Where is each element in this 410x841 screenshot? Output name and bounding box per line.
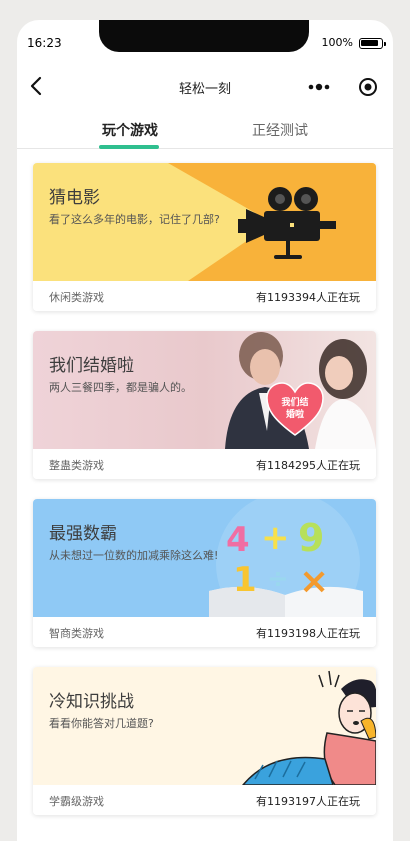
card-category: 智商类游戏 xyxy=(49,627,104,640)
close-button[interactable] xyxy=(357,76,379,98)
heart-badge-text: 我们结婚啦 xyxy=(281,398,309,420)
card-category: 整蛊类游戏 xyxy=(49,459,104,472)
game-card-guess-movie[interactable]: 猜电影 看了这么多年的电影，记住了几部? 休闲类游戏 有1193394人正在玩 xyxy=(33,163,376,311)
navigation-bar: 轻松一刻 xyxy=(17,66,393,106)
card-player-count: 有1193198人正在玩 xyxy=(256,627,360,640)
card-title: 我们结婚啦 xyxy=(49,356,134,376)
phone-screen: 16:23 100% 轻松一刻 玩个游戏 正经测试 猜电影 看了这么多年的电影，… xyxy=(17,20,393,841)
card-title: 猜电影 xyxy=(49,188,100,208)
game-card-we-are-married[interactable]: 我们结婚啦 我们结婚啦 两人三餐四季，都是骗人的。 整蛊类游戏 有1184295… xyxy=(33,331,376,479)
card-title: 最强数霸 xyxy=(49,524,117,544)
card-footer: 整蛊类游戏 有1184295人正在玩 xyxy=(33,449,376,479)
device-notch xyxy=(99,20,309,52)
svg-text:1: 1 xyxy=(233,560,257,600)
card-player-count: 有1193394人正在玩 xyxy=(256,291,360,304)
more-button[interactable] xyxy=(301,76,337,98)
tab-serious-test[interactable]: 正经测试 xyxy=(252,120,308,140)
game-card-math-master[interactable]: 4 + 9 1 ÷ × 最强数霸 从未想过一位数的加减乘除这么难! 智商类游戏 … xyxy=(33,499,376,647)
card-description: 从未想过一位数的加减乘除这么难! xyxy=(49,549,219,562)
card-footer: 智商类游戏 有1193198人正在玩 xyxy=(33,617,376,647)
svg-text:9: 9 xyxy=(298,516,324,560)
svg-text:+: + xyxy=(261,518,290,558)
battery-icon xyxy=(359,38,386,49)
card-banner: 猜电影 看了这么多年的电影，记住了几部? xyxy=(33,163,376,281)
card-player-count: 有1184295人正在玩 xyxy=(256,459,360,472)
status-bar: 16:23 100% xyxy=(17,20,393,66)
more-dots-icon xyxy=(308,83,330,91)
card-category: 休闲类游戏 xyxy=(49,291,104,304)
active-tab-indicator xyxy=(99,145,159,149)
card-category: 学霸级游戏 xyxy=(49,795,104,808)
card-banner: 我们结婚啦 我们结婚啦 两人三餐四季，都是骗人的。 xyxy=(33,331,376,449)
tab-play-game[interactable]: 玩个游戏 xyxy=(102,120,158,140)
mini-program-capsule xyxy=(297,72,387,102)
svg-text:×: × xyxy=(299,561,329,602)
card-description: 看了这么多年的电影，记住了几部? xyxy=(49,213,220,226)
card-banner: 冷知识挑战 看看你能答对几道题? xyxy=(33,667,376,785)
svg-text:4: 4 xyxy=(226,520,250,560)
status-time: 16:23 xyxy=(27,36,62,50)
game-card-trivia-challenge[interactable]: 冷知识挑战 看看你能答对几道题? 学霸级游戏 有1193197人正在玩 xyxy=(33,667,376,815)
card-banner: 4 + 9 1 ÷ × 最强数霸 从未想过一位数的加减乘除这么难! xyxy=(33,499,376,617)
film-camera-icon xyxy=(238,187,336,259)
card-footer: 休闲类游戏 有1193394人正在玩 xyxy=(33,281,376,311)
card-title: 冷知识挑战 xyxy=(49,692,134,712)
card-footer: 学霸级游戏 有1193197人正在玩 xyxy=(33,785,376,815)
tab-bar: 玩个游戏 正经测试 xyxy=(17,114,393,149)
battery-percent: 100% xyxy=(321,36,353,49)
target-icon xyxy=(359,78,377,96)
card-player-count: 有1193197人正在玩 xyxy=(256,795,360,808)
svg-text:÷: ÷ xyxy=(267,564,289,594)
card-description: 看看你能答对几道题? xyxy=(49,717,154,730)
card-description: 两人三餐四季，都是骗人的。 xyxy=(49,381,192,394)
